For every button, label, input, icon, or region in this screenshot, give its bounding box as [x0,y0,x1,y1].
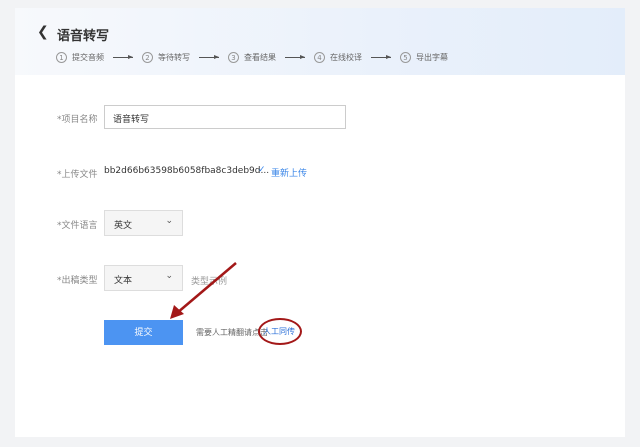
annotation-arrow-icon [170,262,237,319]
